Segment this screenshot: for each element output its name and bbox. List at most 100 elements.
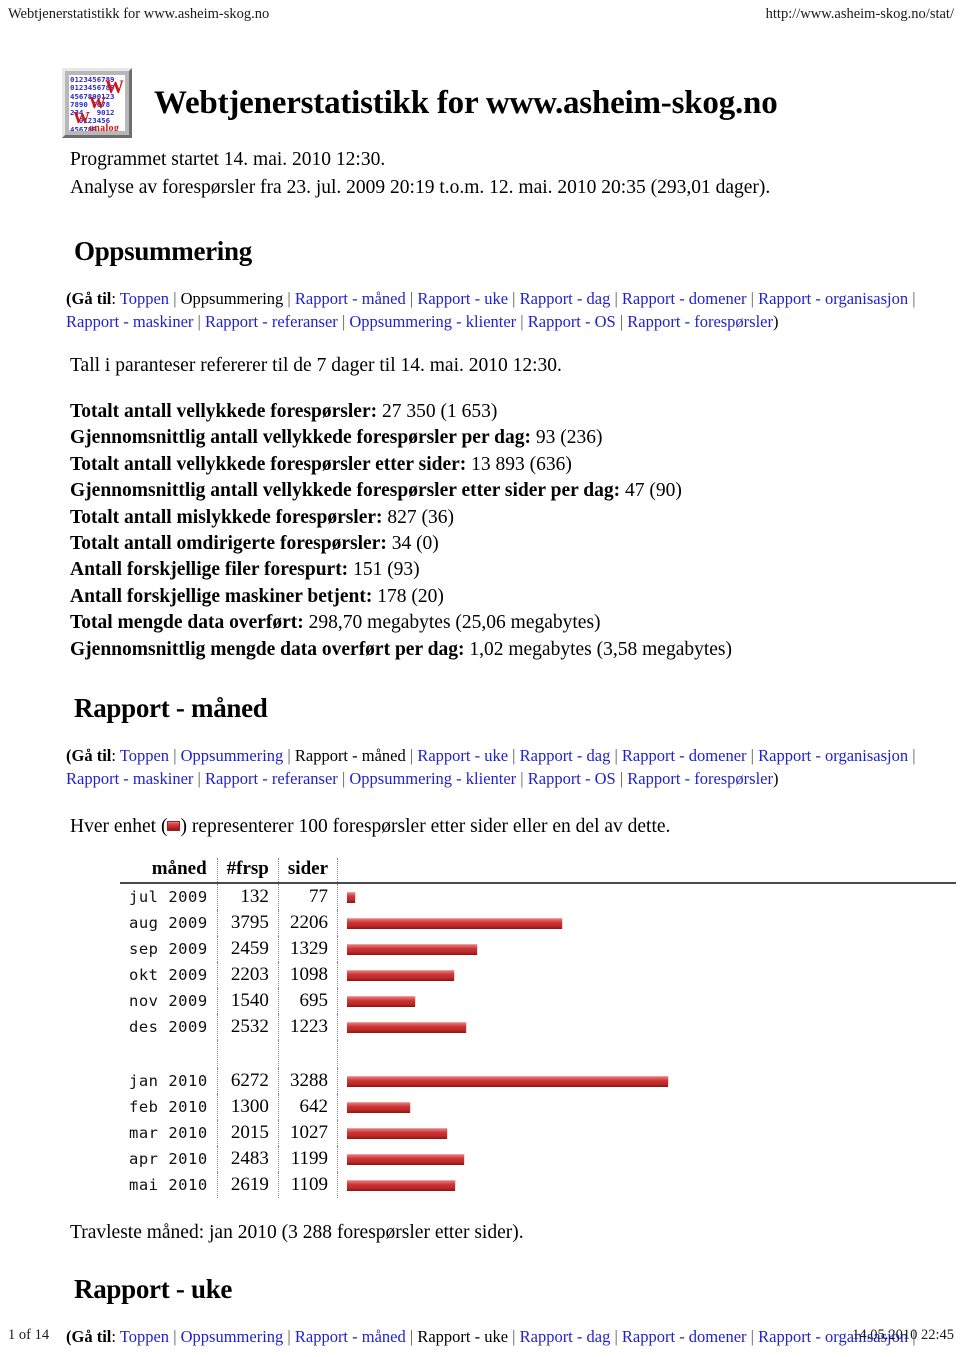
cell-month: mai 2010 — [129, 1176, 208, 1195]
cell-frsp: 3795 — [216, 910, 279, 937]
stat-value: 1,02 megabytes (3,58 megabytes) — [464, 638, 732, 660]
cell-sider: 1223 — [277, 1014, 338, 1041]
nav-prefix: (Gå til — [66, 746, 112, 766]
nav-separator: | — [337, 312, 350, 331]
cell-sider: 2206 — [277, 910, 338, 937]
title-row: 0123456789 0123456789 4567890123 7890 56… — [0, 60, 960, 146]
cell-sider: 3288 — [277, 1068, 338, 1095]
nav-colon: : — [111, 289, 120, 308]
nav-link-oppsummering: Oppsummering — [180, 289, 284, 308]
nav-link-rapport-organisasjon[interactable]: Rapport - organisasjon — [758, 289, 908, 308]
cell-sider: 77 — [277, 883, 338, 911]
nav-separator: | — [283, 289, 295, 308]
bar-sider — [347, 1075, 669, 1087]
nav-suffix: ) — [773, 312, 779, 331]
bar-sider — [347, 917, 563, 929]
table-spacer-row — [120, 1040, 956, 1069]
cell-month: feb 2010 — [129, 1098, 208, 1117]
nav-link-oppsummering[interactable]: Oppsummering — [181, 746, 284, 765]
subtitle-line-2: Analyse av forespørsler fra 23. jul. 200… — [70, 177, 771, 198]
cell-sider: 1098 — [277, 962, 338, 989]
nav-separator: | — [746, 746, 759, 766]
nav-separator: | — [516, 769, 528, 789]
nav-link-rapport-domener[interactable]: Rapport - domener — [622, 289, 747, 308]
bar-sider — [347, 943, 478, 955]
nav-link-rapport-dag[interactable]: Rapport - dag — [520, 746, 611, 765]
table-row: jan 2010 6272 3288 — [120, 1068, 956, 1095]
nav-link-rapport-referanser[interactable]: Rapport - referanser — [205, 769, 338, 788]
nav-colon: : — [111, 746, 120, 766]
cell-bar — [337, 936, 956, 963]
nav-link-rapport-domener[interactable]: Rapport - domener — [622, 746, 747, 765]
cell-bar — [337, 1146, 956, 1173]
cell-month: apr 2010 — [129, 1150, 208, 1169]
monthly-table: måned #frsp sider jul 2009 132 77 aug 2009 3… — [120, 858, 956, 1199]
stat-row: Antall forskjellige maskiner betjent: 17… — [70, 584, 960, 610]
nav-separator: | — [169, 746, 181, 766]
table-row: des 2009 2532 1223 — [120, 1014, 956, 1041]
nav-link-toppen[interactable]: Toppen — [120, 746, 169, 765]
stat-label: Total mengde data overført: — [70, 612, 304, 634]
table-row: apr 2010 2483 1199 — [120, 1146, 956, 1173]
bar-sider — [347, 995, 416, 1007]
nav-separator: | — [508, 289, 520, 308]
cell-bar — [337, 1094, 956, 1121]
paren-note: Tall i paranteser refererer til de 7 dag… — [70, 355, 562, 376]
legend-unit-swatch-icon — [167, 821, 181, 832]
analog-logo-icon: 0123456789 0123456789 4567890123 7890 56… — [62, 68, 132, 138]
column-header-frsp: #frsp — [216, 858, 279, 885]
cell-sider: 695 — [277, 988, 338, 1015]
cell-sider: 1199 — [277, 1146, 338, 1173]
nav-separator: | — [405, 289, 418, 308]
subtitle-line-1: Programmet startet 14. mai. 2010 12:30. — [70, 149, 386, 170]
nav-link-rapport-m-ned[interactable]: Rapport - måned — [295, 289, 406, 308]
nav-separator: | — [405, 746, 418, 766]
nav-link-rapport-foresp-rsler[interactable]: Rapport - forespørsler — [627, 769, 773, 788]
nav-separator: | — [610, 289, 622, 308]
nav-link-rapport-dag[interactable]: Rapport - dag — [520, 289, 611, 308]
column-header-sider: sider — [277, 858, 338, 885]
heading-rapport-maned: Rapport - måned — [74, 693, 268, 724]
table-row: mar 2010 2015 1027 — [120, 1120, 956, 1147]
nav-link-rapport-uke[interactable]: Rapport - uke — [417, 746, 508, 765]
cell-month: nov 2009 — [129, 992, 208, 1011]
nav-link-rapport-os[interactable]: Rapport - OS — [528, 769, 616, 788]
logo-letter-w-2: W — [89, 93, 106, 112]
nav-separator: | — [610, 746, 622, 766]
stat-label: Totalt antall mislykkede forespørsler: — [70, 506, 383, 528]
stat-label: Totalt antall omdirigerte forespørsler: — [70, 533, 387, 555]
table-row: okt 2009 2203 1098 — [120, 962, 956, 989]
stat-value: 298,70 megabytes (25,06 megabytes) — [303, 612, 601, 634]
cell-frsp: 2532 — [216, 1014, 279, 1041]
nav-link-rapport-maskiner[interactable]: Rapport - maskiner — [66, 312, 193, 331]
heading-oppsummering: Oppsummering — [74, 236, 252, 266]
bar-sider — [347, 1179, 456, 1191]
nav-goto-summary: (Gå til: Toppen | Oppsummering | Rapport… — [66, 287, 946, 333]
cell-frsp: 1540 — [216, 988, 279, 1015]
stat-value: 827 (36) — [382, 506, 455, 528]
logo-letter-w-3: W — [73, 108, 90, 127]
print-timestamp: 14.05.2010 22:45 — [852, 1327, 954, 1343]
monthly-bar-chart: måned #frsp sider jul 2009 132 77 aug 2009 3… — [0, 858, 960, 1199]
nav-link-rapport-maskiner[interactable]: Rapport - maskiner — [66, 769, 193, 788]
nav-link-rapport-organisasjon[interactable]: Rapport - organisasjon — [758, 746, 908, 765]
nav-link-rapport-uke[interactable]: Rapport - uke — [417, 289, 508, 308]
nav-link-rapport-referanser[interactable]: Rapport - referanser — [205, 312, 338, 331]
nav-link-rapport-os[interactable]: Rapport - OS — [528, 312, 616, 331]
running-head-right: http://www.asheim-skog.no/stat/ — [765, 6, 954, 22]
cell-month: jan 2010 — [129, 1072, 208, 1091]
column-header-bar — [337, 858, 956, 885]
nav-link-toppen[interactable]: Toppen — [120, 289, 169, 308]
running-head-left: Webtjenerstatistikk for www.asheim-skog.… — [8, 6, 270, 22]
stat-value: 34 (0) — [386, 533, 439, 555]
nav-separator: | — [508, 746, 520, 766]
stat-row: Total mengde data overført: 298,70 megab… — [70, 610, 960, 636]
table-header-row: måned #frsp sider — [120, 858, 956, 885]
cell-frsp: 132 — [216, 883, 279, 911]
busiest-month-note: Travleste måned: jan 2010 (3 288 forespø… — [70, 1222, 524, 1244]
nav-link-oppsummering-klienter[interactable]: Oppsummering - klienter — [349, 312, 516, 331]
cell-frsp: 2619 — [216, 1172, 279, 1199]
nav-link-rapport-foresp-rsler[interactable]: Rapport - forespørsler — [627, 312, 773, 331]
nav-link-oppsummering-klienter[interactable]: Oppsummering - klienter — [349, 769, 516, 788]
running-foot: 1 of 14 14.05.2010 22:45 — [0, 1327, 960, 1349]
